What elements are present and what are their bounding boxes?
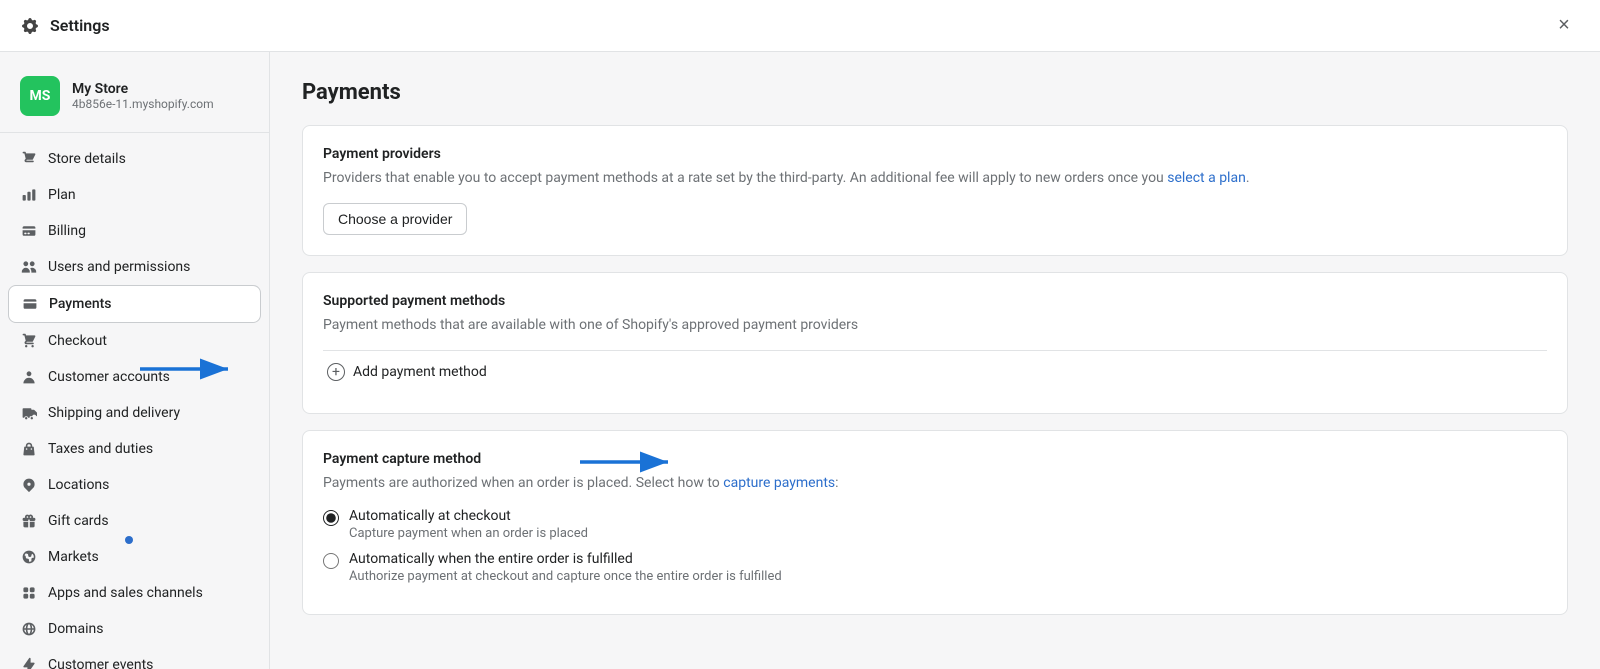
markets-icon	[20, 548, 38, 566]
sidebar: MS My Store 4b856e-11.myshopify.com Stor…	[0, 52, 270, 669]
sidebar-item-apps-sales-channels[interactable]: Apps and sales channels	[0, 575, 269, 611]
sidebar-item-gift-cards[interactable]: Gift cards	[0, 503, 269, 539]
sidebar-label-users-permissions: Users and permissions	[48, 259, 190, 275]
supported-methods-desc: Payment methods that are available with …	[323, 315, 1547, 336]
radio-auto-fulfilled-labels: Automatically when the entire order is f…	[349, 551, 782, 584]
sidebar-label-billing: Billing	[48, 223, 86, 239]
plus-circle-icon: +	[327, 363, 345, 381]
sidebar-label-taxes-duties: Taxes and duties	[48, 441, 153, 457]
sidebar-item-billing[interactable]: Billing	[0, 213, 269, 249]
sidebar-label-store-details: Store details	[48, 151, 126, 167]
payment-providers-desc: Providers that enable you to accept paym…	[323, 168, 1547, 189]
capture-payments-link[interactable]: capture payments	[723, 475, 835, 491]
radio-item-auto-checkout: Automatically at checkout Capture paymen…	[323, 508, 1547, 541]
choose-provider-button[interactable]: Choose a provider	[323, 203, 467, 235]
sidebar-item-store-details[interactable]: Store details	[0, 141, 269, 177]
close-button[interactable]: ×	[1548, 10, 1580, 42]
sidebar-label-markets: Markets	[48, 549, 99, 565]
sidebar-item-plan[interactable]: Plan	[0, 177, 269, 213]
payments-icon	[21, 295, 39, 313]
add-payment-method-label: Add payment method	[353, 364, 487, 380]
sidebar-label-gift-cards: Gift cards	[48, 513, 109, 529]
sidebar-item-checkout[interactable]: Checkout	[0, 323, 269, 359]
locations-icon	[20, 476, 38, 494]
content-area: Payments Payment providers Providers tha…	[270, 52, 1600, 669]
gift-cards-icon	[20, 512, 38, 530]
store-avatar: MS	[20, 76, 60, 116]
store-info: My Store 4b856e-11.myshopify.com	[72, 81, 214, 111]
apps-icon	[20, 584, 38, 602]
top-bar: Settings ×	[0, 0, 1600, 52]
store-header: MS My Store 4b856e-11.myshopify.com	[0, 68, 269, 133]
radio-auto-checkout[interactable]	[323, 510, 339, 526]
radio-auto-checkout-desc: Capture payment when an order is placed	[349, 526, 588, 541]
radio-auto-checkout-title: Automatically at checkout	[349, 508, 588, 524]
gear-icon	[20, 16, 40, 36]
shipping-icon	[20, 404, 38, 422]
store-icon	[20, 150, 38, 168]
store-name: My Store	[72, 81, 214, 97]
supported-payment-methods-card: Supported payment methods Payment method…	[302, 272, 1568, 414]
store-url: 4b856e-11.myshopify.com	[72, 97, 214, 111]
radio-item-auto-fulfilled: Automatically when the entire order is f…	[323, 551, 1547, 584]
sidebar-label-payments: Payments	[49, 296, 112, 312]
sidebar-item-payments[interactable]: Payments	[8, 285, 261, 323]
taxes-icon	[20, 440, 38, 458]
capture-method-desc: Payments are authorized when an order is…	[323, 473, 1547, 494]
main-layout: MS My Store 4b856e-11.myshopify.com Stor…	[0, 52, 1600, 669]
sidebar-label-checkout: Checkout	[48, 333, 107, 349]
add-payment-method-row[interactable]: + Add payment method	[323, 350, 1547, 393]
sidebar-label-locations: Locations	[48, 477, 109, 493]
capture-method-title: Payment capture method	[323, 451, 1547, 467]
sidebar-label-domains: Domains	[48, 621, 103, 637]
radio-auto-checkout-labels: Automatically at checkout Capture paymen…	[349, 508, 588, 541]
dot-indicator	[125, 536, 133, 544]
sidebar-item-domains[interactable]: Domains	[0, 611, 269, 647]
sidebar-item-shipping-delivery[interactable]: Shipping and delivery	[0, 395, 269, 431]
sidebar-item-locations[interactable]: Locations	[0, 467, 269, 503]
sidebar-item-markets[interactable]: Markets	[0, 539, 269, 575]
billing-icon	[20, 222, 38, 240]
customer-accounts-icon	[20, 368, 38, 386]
supported-methods-title: Supported payment methods	[323, 293, 1547, 309]
sidebar-item-taxes-duties[interactable]: Taxes and duties	[0, 431, 269, 467]
sidebar-item-customer-accounts[interactable]: Customer accounts	[0, 359, 269, 395]
sidebar-label-customer-events: Customer events	[48, 657, 153, 669]
sidebar-item-customer-events[interactable]: Customer events	[0, 647, 269, 669]
sidebar-item-users-permissions[interactable]: Users and permissions	[0, 249, 269, 285]
select-plan-link[interactable]: select a plan	[1167, 170, 1246, 186]
checkout-icon	[20, 332, 38, 350]
radio-auto-fulfilled-desc: Authorize payment at checkout and captur…	[349, 569, 782, 584]
capture-method-radio-group: Automatically at checkout Capture paymen…	[323, 508, 1547, 584]
payments-title: Payments	[302, 80, 1568, 105]
radio-auto-fulfilled-title: Automatically when the entire order is f…	[349, 551, 782, 567]
sidebar-label-plan: Plan	[48, 187, 76, 203]
users-icon	[20, 258, 38, 276]
top-bar-left: Settings	[20, 16, 110, 36]
radio-auto-fulfilled[interactable]	[323, 553, 339, 569]
payment-providers-title: Payment providers	[323, 146, 1547, 162]
sidebar-label-customer-accounts: Customer accounts	[48, 369, 170, 385]
payment-capture-method-card: Payment capture method Payments are auth…	[302, 430, 1568, 615]
payment-providers-card: Payment providers Providers that enable …	[302, 125, 1568, 256]
plan-icon	[20, 186, 38, 204]
page-title-bar: Settings	[50, 16, 110, 35]
domains-icon	[20, 620, 38, 638]
sidebar-label-apps-sales-channels: Apps and sales channels	[48, 585, 203, 601]
sidebar-label-shipping-delivery: Shipping and delivery	[48, 405, 180, 421]
customer-events-icon	[20, 656, 38, 669]
